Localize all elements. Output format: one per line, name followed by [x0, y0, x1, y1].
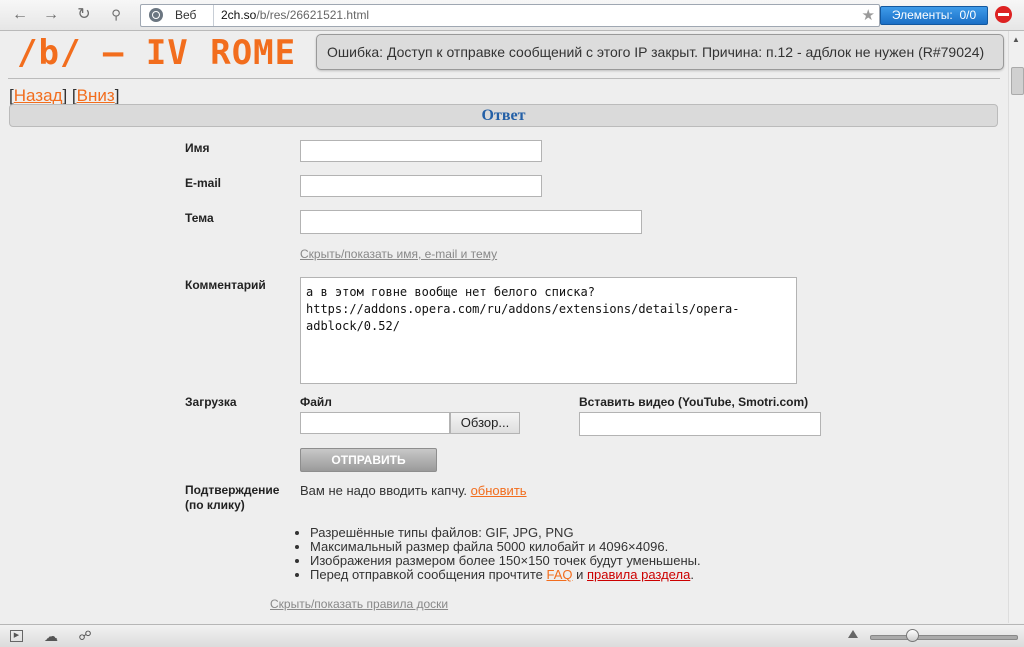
- captcha-refresh-link[interactable]: обновить: [471, 483, 527, 498]
- toggle-fields-link[interactable]: Скрыть/показать имя, e-mail и тему: [300, 247, 497, 261]
- url-text[interactable]: 2ch.so/b/res/26621521.html: [221, 8, 369, 22]
- network-icon[interactable]: ☍: [77, 629, 93, 643]
- url-host: 2ch.so: [221, 8, 257, 22]
- board-title: /b/ – IV ROME: [17, 33, 297, 73]
- cloud-icon[interactable]: ☁: [43, 629, 59, 643]
- forward-arrow-icon[interactable]: →: [41, 5, 61, 25]
- elements-count: 0/0: [959, 8, 977, 22]
- rule-and: и: [576, 567, 584, 582]
- block-icon[interactable]: [995, 6, 1012, 23]
- browse-button[interactable]: Обзор...: [450, 412, 520, 434]
- scheme-label: Веб: [175, 8, 197, 22]
- rule-prefix: Перед отправкой сообщения прочтите: [310, 567, 543, 582]
- name-input[interactable]: [300, 140, 542, 162]
- bracket-close: ]: [62, 86, 68, 105]
- back-arrow-icon[interactable]: ←: [10, 5, 30, 25]
- captcha-text: Вам не надо вводить капчу.: [300, 483, 467, 498]
- rule-item: Разрешённые типы файлов: GIF, JPG, PNG: [310, 526, 701, 540]
- zoom-slider-knob[interactable]: [906, 629, 919, 642]
- panel-toggle-icon[interactable]: ▶: [10, 630, 23, 642]
- toggle-rules-link[interactable]: Скрыть/показать правила доски: [270, 597, 448, 611]
- url-path: /b/res/26621521.html: [256, 8, 370, 22]
- comment-label: Комментарий: [185, 278, 266, 292]
- elements-label: Элементы:: [891, 8, 953, 22]
- upload-label: Загрузка: [185, 395, 237, 409]
- scroll-up-icon[interactable]: ▲: [1012, 35, 1020, 44]
- email-input[interactable]: [300, 175, 542, 197]
- rule-suffix: .: [690, 567, 694, 582]
- zoom-slider[interactable]: [870, 635, 1018, 640]
- address-bar[interactable]: Веб 2ch.so/b/res/26621521.html ★: [140, 4, 880, 27]
- globe-icon: [149, 8, 163, 22]
- elements-counter[interactable]: Элементы: 0/0: [880, 6, 988, 25]
- email-label: E-mail: [185, 176, 222, 190]
- title-divider: [8, 78, 1000, 79]
- back-link[interactable]: Назад: [14, 86, 63, 105]
- video-label: Вставить видео (YouTube, Smotri.com): [579, 395, 809, 409]
- faq-link[interactable]: FAQ: [546, 567, 572, 582]
- status-bar: ▶ ☁ ☍: [0, 624, 1024, 647]
- file-input[interactable]: [300, 412, 450, 434]
- bracket-close-2: ]: [114, 86, 120, 105]
- file-label: Файл: [300, 395, 332, 409]
- confirm-label-line1: Подтверждение: [185, 483, 280, 497]
- rule-item: Перед отправкой сообщения прочтите FAQ и…: [310, 568, 701, 582]
- reload-icon[interactable]: ↻: [74, 5, 94, 25]
- board-rules-link[interactable]: правила раздела: [587, 567, 690, 582]
- bookmark-star-icon[interactable]: ★: [862, 6, 875, 24]
- down-link[interactable]: Вниз: [77, 86, 115, 105]
- rule-item: Максимальный размер файла 5000 килобайт …: [310, 540, 701, 554]
- address-divider: [213, 5, 214, 26]
- error-banner: Ошибка: Доступ к отправке сообщений с эт…: [316, 34, 1004, 70]
- name-label: Имя: [185, 141, 210, 155]
- confirm-label: Подтверждение (по клику): [185, 483, 279, 513]
- rule-item: Изображения размером более 150×150 точек…: [310, 554, 701, 568]
- nav-links: [Назад] [Вниз]: [9, 86, 119, 106]
- key-icon[interactable]: ⚲: [106, 5, 126, 25]
- vertical-scrollbar[interactable]: ▲: [1008, 31, 1024, 623]
- confirm-label-line2: (по клику): [185, 498, 245, 512]
- page-content: /b/ – IV ROME Ошибка: Доступ к отправке …: [0, 31, 1008, 623]
- scroll-thumb[interactable]: [1011, 67, 1024, 95]
- zoom-menu-icon[interactable]: [848, 630, 858, 638]
- reply-header: Ответ: [9, 104, 998, 127]
- browser-toolbar: ← → ↻ ⚲ Веб 2ch.so/b/res/26621521.html ★…: [0, 0, 1024, 31]
- rules-list: Разрешённые типы файлов: GIF, JPG, PNG М…: [297, 526, 701, 582]
- captcha-message: Вам не надо вводить капчу. обновить: [300, 483, 527, 498]
- subject-label: Тема: [185, 211, 214, 225]
- subject-input[interactable]: [300, 210, 642, 234]
- video-input[interactable]: [579, 412, 821, 436]
- submit-button[interactable]: ОТПРАВИТЬ: [300, 448, 437, 472]
- comment-textarea[interactable]: а в этом говне вообще нет белого списка?…: [300, 277, 797, 384]
